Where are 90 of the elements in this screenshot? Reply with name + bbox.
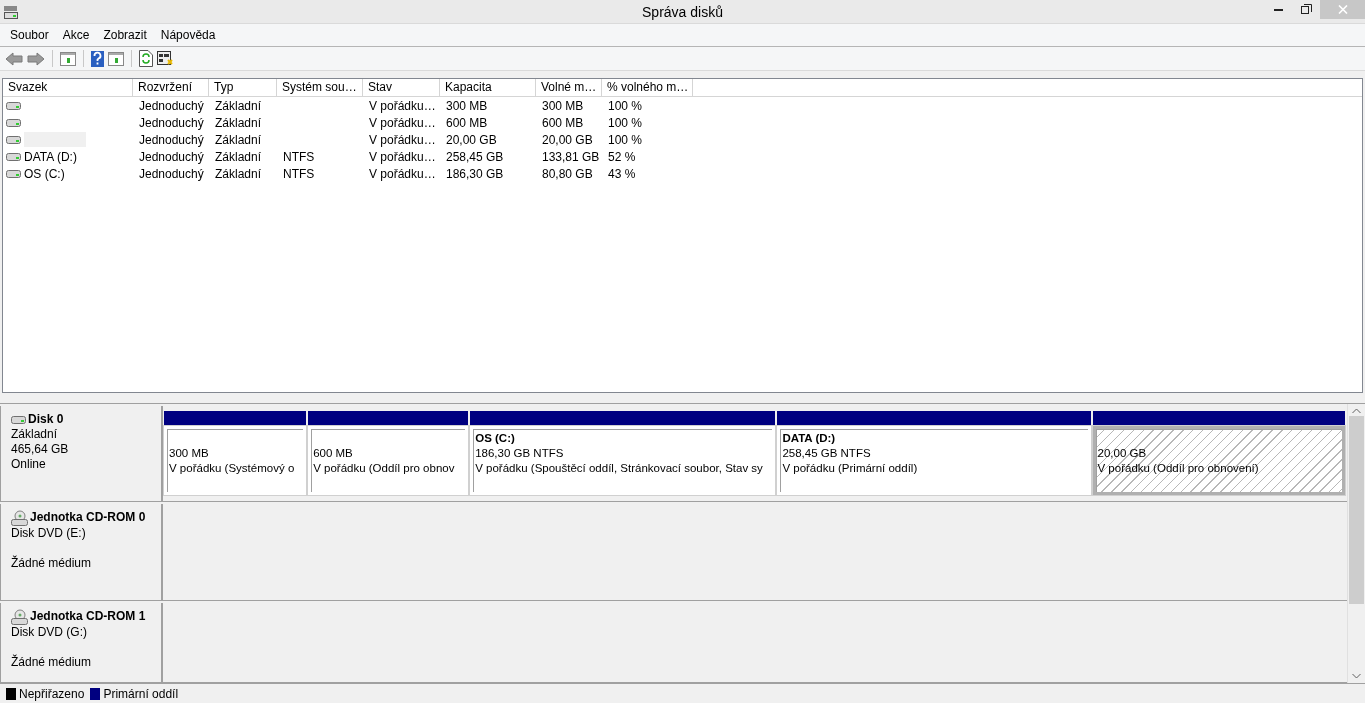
partition-title: DATA (D:) bbox=[782, 431, 837, 446]
column-header[interactable]: Volné m… bbox=[536, 79, 602, 96]
disk-info-text: Základní bbox=[11, 427, 59, 442]
disk-name-text: Jednotka CD-ROM 0 bbox=[30, 510, 146, 526]
partition[interactable]: OS (C:) 186,30 GB NTFS V pořádku (Spouštěcí oddíl, Stránkovací soubor, Stav sy bbox=[470, 426, 776, 495]
drive-icon bbox=[6, 100, 22, 111]
disk-info-text: Žádné médium bbox=[11, 654, 93, 670]
column-header[interactable]: Kapacita bbox=[440, 79, 536, 96]
table-cell: Jednoduchý bbox=[139, 98, 204, 113]
table-cell: V pořádku… bbox=[369, 132, 436, 147]
table-cell: 258,45 GB bbox=[446, 149, 504, 164]
partition-status: V pořádku (Primární oddíl) bbox=[782, 461, 919, 476]
window-title: Správa disků bbox=[641, 3, 724, 20]
table-cell: 100 % bbox=[608, 115, 643, 130]
column-header[interactable]: Stav bbox=[363, 79, 440, 96]
partition-status: V pořádku (Spouštěcí oddíl, Stránkovací soubor, Stav sy bbox=[475, 461, 764, 476]
disk-info-text: Disk DVD (E:) bbox=[11, 525, 87, 541]
partition-size: 600 MB bbox=[313, 446, 354, 461]
partition[interactable]: DATA (D:) 258,45 GB NTFS V pořádku (Primární oddíl) bbox=[777, 426, 1091, 495]
drive-icon bbox=[6, 117, 22, 128]
table-cell: 20,00 GB bbox=[542, 132, 593, 147]
table-cell: 600 MB bbox=[542, 115, 584, 130]
table-cell: 80,80 GB bbox=[542, 166, 593, 181]
table-cell: OS (C:) bbox=[24, 166, 65, 181]
table-cell: Základní bbox=[215, 149, 262, 164]
app-drive-icon bbox=[3, 3, 19, 20]
vertical-scrollbar[interactable] bbox=[1347, 404, 1365, 683]
column-header[interactable]: Typ bbox=[209, 79, 277, 96]
table-cell: NTFS bbox=[283, 166, 315, 181]
menu-item[interactable]: Akce bbox=[55, 24, 97, 46]
table-cell: 133,81 GB bbox=[542, 149, 600, 164]
table-cell: Základní bbox=[215, 166, 262, 181]
disk-name-text: Disk 0 bbox=[28, 412, 64, 427]
column-header[interactable]: Rozvržení bbox=[133, 79, 209, 96]
partition-status: V pořádku (Systémový o bbox=[169, 461, 296, 476]
partition-size: 186,30 GB NTFS bbox=[475, 446, 565, 461]
table-cell: Jednoduchý bbox=[139, 132, 204, 147]
disk-info-text: Disk DVD (G:) bbox=[11, 624, 88, 640]
table-cell: 300 MB bbox=[542, 98, 584, 113]
table-cell: V pořádku… bbox=[369, 98, 436, 113]
drive-icon bbox=[6, 134, 22, 145]
partition-status: V pořádku (Oddíl pro obnovení) bbox=[1097, 461, 1260, 476]
table-cell: 300 MB bbox=[446, 98, 488, 113]
table-cell: V pořádku… bbox=[369, 166, 436, 181]
legend-label: Primární oddíl bbox=[103, 686, 179, 701]
menu-item[interactable]: Nápověda bbox=[153, 24, 223, 46]
table-cell: 100 % bbox=[608, 132, 643, 147]
scroll-down-icon[interactable] bbox=[1352, 673, 1361, 679]
table-cell: V pořádku… bbox=[369, 115, 436, 130]
menu-item[interactable]: Soubor bbox=[3, 24, 56, 46]
table-cell: Jednoduchý bbox=[139, 115, 204, 130]
partition[interactable]: 20,00 GB V pořádku (Oddíl pro obnovení) bbox=[1092, 426, 1345, 495]
table-cell: 52 % bbox=[608, 149, 636, 164]
table-cell: Základní bbox=[215, 115, 262, 130]
column-header[interactable]: % volného m… bbox=[602, 79, 693, 96]
scrollbar-thumb[interactable] bbox=[1349, 416, 1364, 604]
partition-title: OS (C:) bbox=[475, 431, 516, 446]
restore-icon[interactable] bbox=[1300, 4, 1312, 15]
column-header[interactable]: Systém sou… bbox=[277, 79, 363, 96]
table-cell: Základní bbox=[215, 98, 262, 113]
partition-size: 258,45 GB NTFS bbox=[782, 446, 872, 461]
cd-drive-icon bbox=[11, 509, 29, 526]
partition[interactable]: 600 MB V pořádku (Oddíl pro obnov bbox=[308, 426, 469, 495]
drive-icon bbox=[6, 168, 22, 179]
scroll-up-icon[interactable] bbox=[1352, 408, 1361, 414]
disk-name-text: Jednotka CD-ROM 1 bbox=[30, 609, 146, 625]
partition[interactable]: 300 MB V pořádku (Systémový o bbox=[164, 426, 307, 495]
drive-icon bbox=[6, 151, 22, 162]
disk-info-text: Online bbox=[11, 457, 47, 472]
table-cell: DATA (D:) bbox=[24, 149, 77, 164]
table-cell: Jednoduchý bbox=[139, 149, 204, 164]
disk-info-text: 465,64 GB bbox=[11, 442, 70, 457]
table-cell: V pořádku… bbox=[369, 149, 436, 164]
table-cell: Jednoduchý bbox=[139, 166, 204, 181]
minimize-icon[interactable] bbox=[1273, 8, 1283, 11]
partition-size: 300 MB bbox=[169, 446, 210, 461]
column-header[interactable]: Svazek bbox=[3, 79, 133, 96]
table-cell: 186,30 GB bbox=[446, 166, 504, 181]
legend-label: Nepřiřazeno bbox=[19, 686, 85, 701]
table-cell: 100 % bbox=[608, 98, 643, 113]
partition-size: 20,00 GB bbox=[1097, 446, 1148, 461]
table-cell: 20,00 GB bbox=[446, 132, 497, 147]
partition-status: V pořádku (Oddíl pro obnov bbox=[313, 461, 456, 476]
table-cell: Základní bbox=[215, 132, 262, 147]
table-cell: 600 MB bbox=[446, 115, 488, 130]
table-cell: 43 % bbox=[608, 166, 636, 181]
disk-info-text: Žádné médium bbox=[11, 555, 93, 571]
table-cell: NTFS bbox=[283, 149, 315, 164]
menu-item[interactable]: Zobrazit bbox=[96, 24, 154, 46]
cd-drive-icon bbox=[11, 608, 29, 625]
